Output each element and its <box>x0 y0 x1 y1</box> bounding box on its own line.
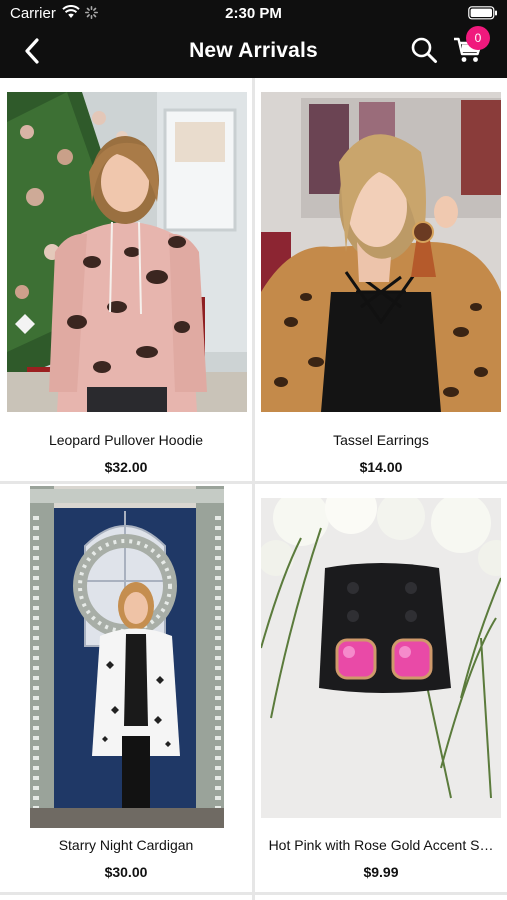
search-button[interactable] <box>408 35 440 69</box>
product-name: Leopard Pullover Hoodie <box>48 432 204 448</box>
product-price: $14.00 <box>359 459 403 475</box>
product-price: $9.99 <box>363 864 399 880</box>
product-card[interactable]: Hot Pink with Rose Gold Accent S… $9.99 <box>255 484 507 892</box>
product-card[interactable] <box>0 895 252 900</box>
cart-count-badge: 0 <box>466 26 490 50</box>
navigation-bar: New Arrivals <box>0 26 507 78</box>
product-image <box>30 486 224 828</box>
battery-icon <box>468 6 498 25</box>
product-grid: Leopard Pullover Hoodie $32.00 Tassel Ea… <box>0 78 507 900</box>
product-name: Starry Night Cardigan <box>58 837 194 853</box>
status-bar: Carrier 2:30 PM <box>0 0 507 26</box>
product-name: Hot Pink with Rose Gold Accent S… <box>268 837 494 853</box>
product-card[interactable]: Tassel Earrings $14.00 <box>255 78 507 481</box>
product-price: $32.00 <box>104 459 148 475</box>
product-card[interactable]: Leopard Pullover Hoodie $32.00 <box>0 78 252 481</box>
product-image <box>261 92 501 412</box>
product-image <box>7 92 247 412</box>
product-card[interactable]: Starry Night Cardigan $30.00 <box>0 484 252 892</box>
clock-label: 2:30 PM <box>225 5 282 22</box>
product-card[interactable] <box>255 895 507 900</box>
search-icon <box>410 36 438 69</box>
product-price: $30.00 <box>104 864 148 880</box>
product-image <box>261 498 501 818</box>
product-name: Tassel Earrings <box>333 432 429 448</box>
